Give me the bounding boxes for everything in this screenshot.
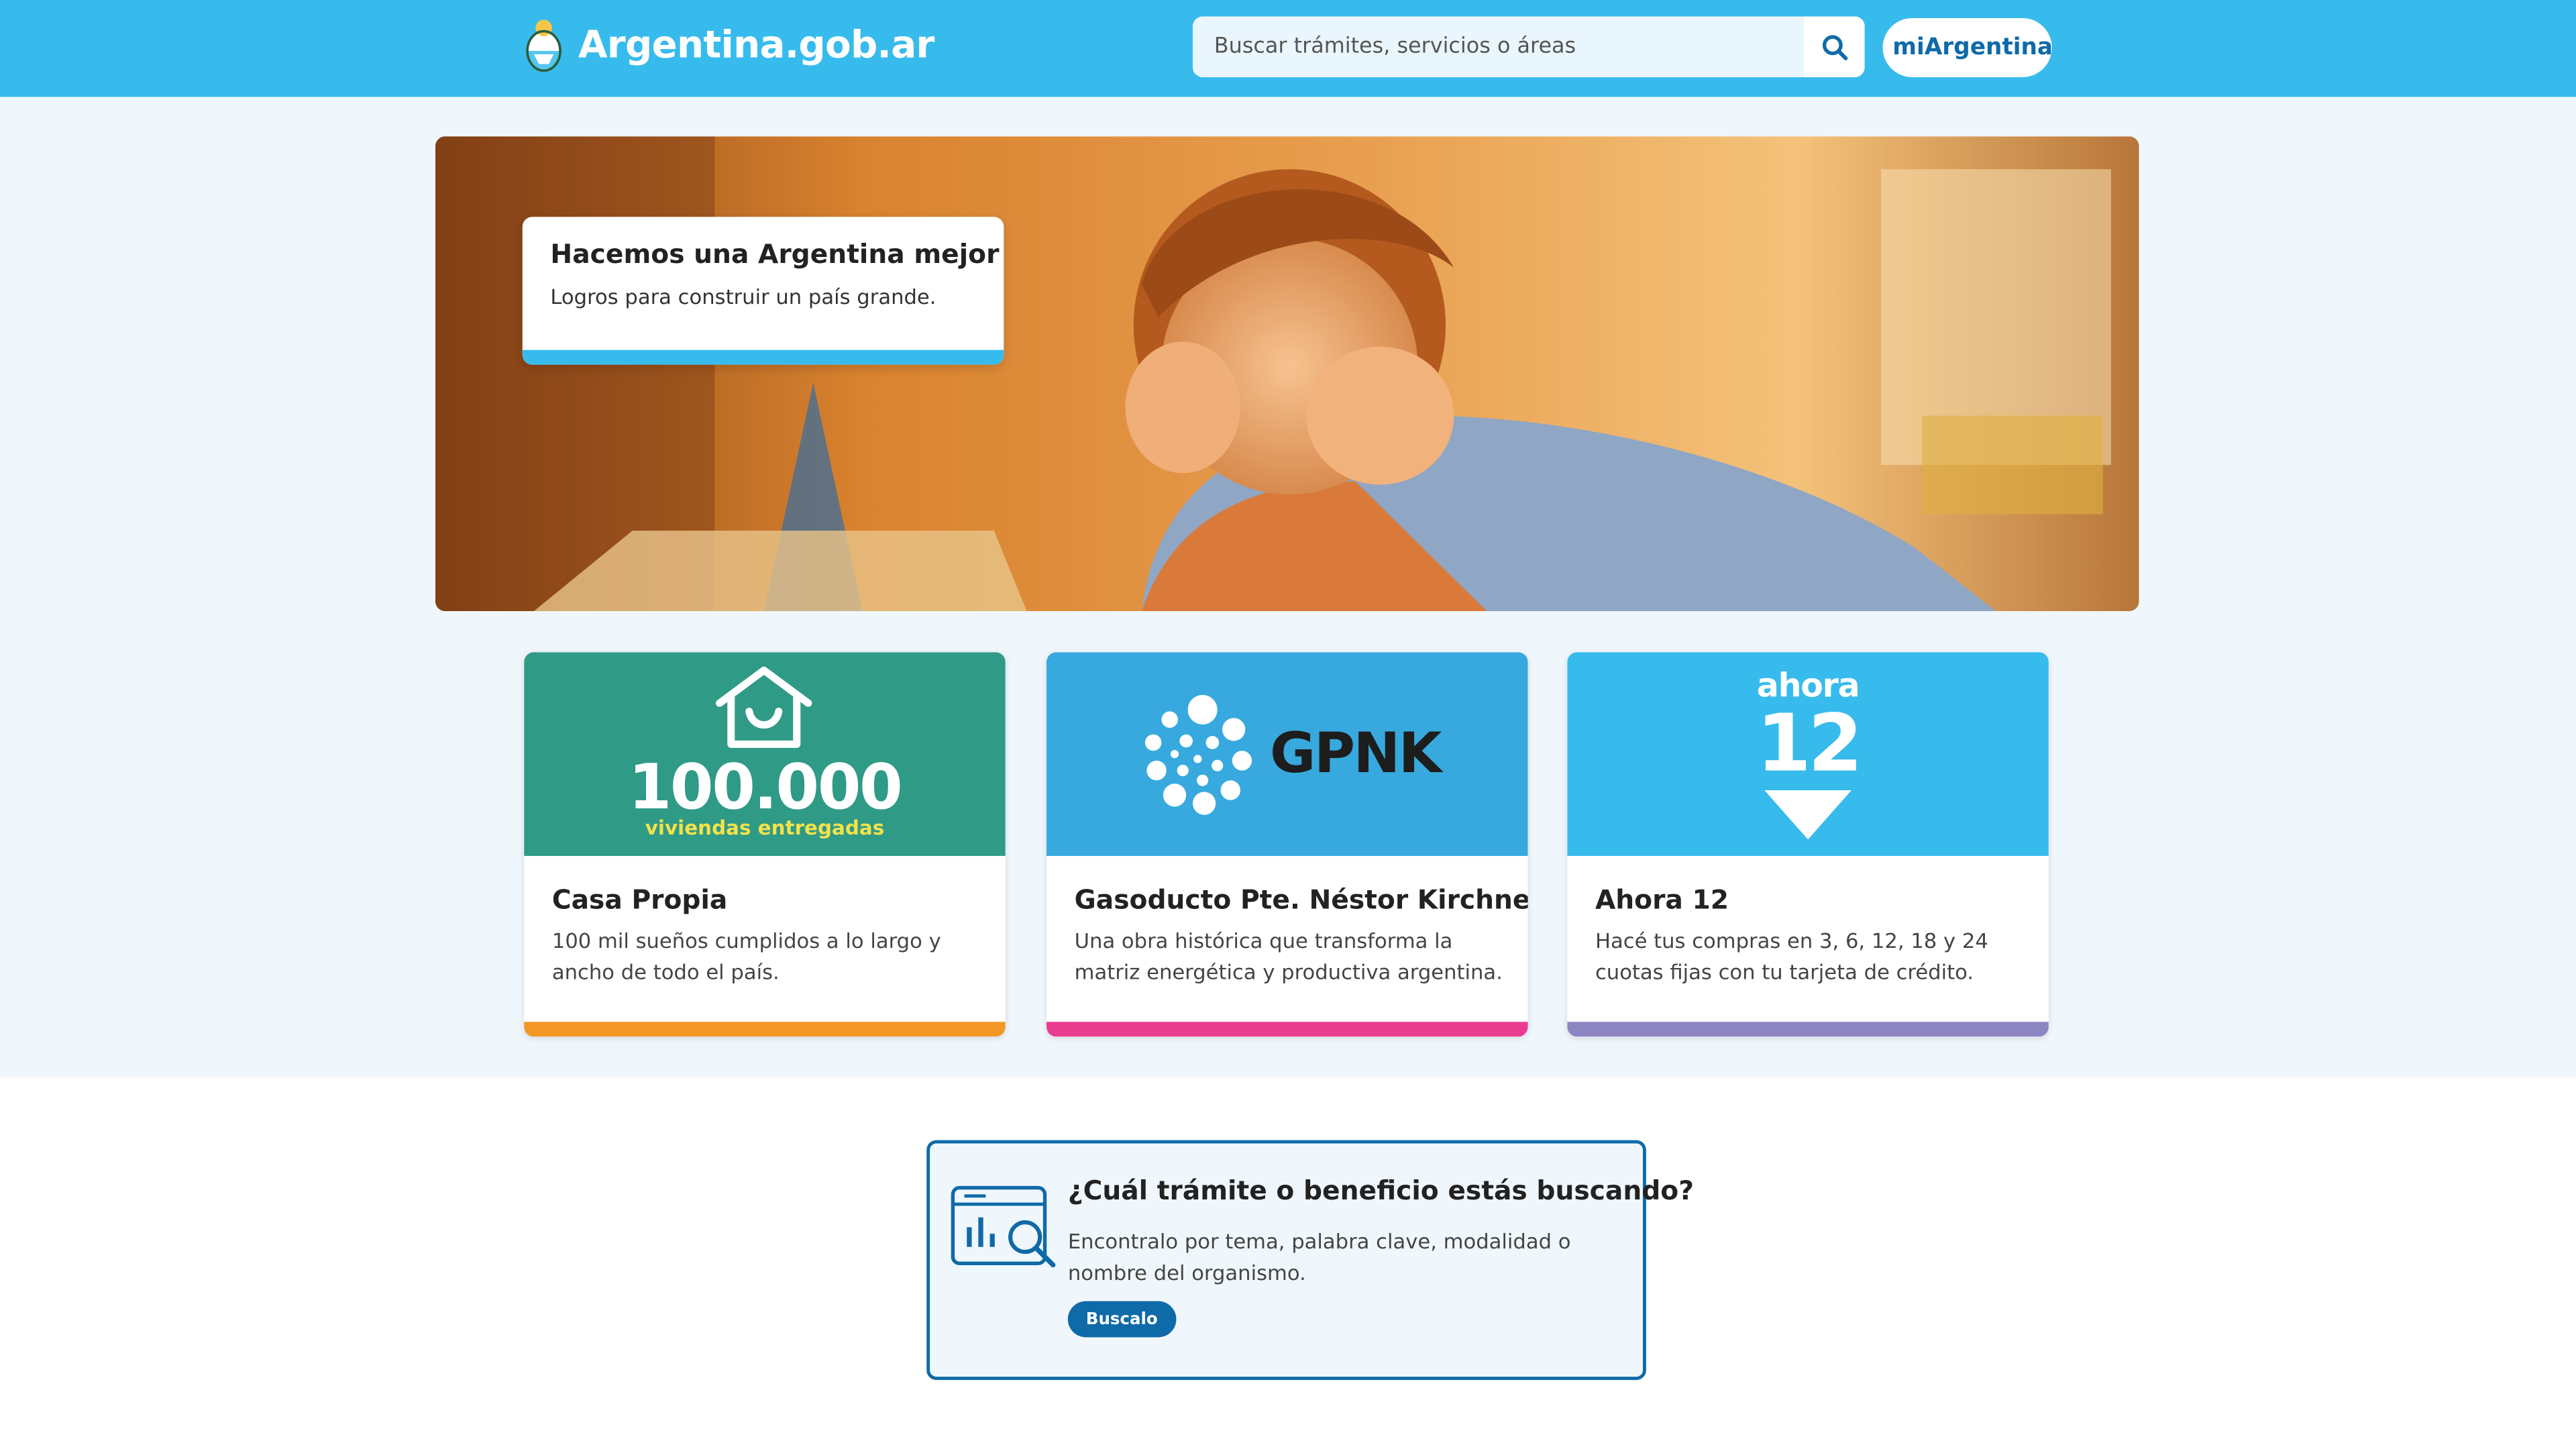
arrow-down-icon: [1764, 790, 1852, 840]
buscalo-button[interactable]: Buscalo: [1067, 1301, 1176, 1338]
card-image-number: 100.000: [628, 751, 903, 823]
search-input[interactable]: [1192, 16, 1804, 78]
search-button[interactable]: [1803, 16, 1865, 78]
card-title: Casa Propia: [551, 883, 728, 916]
search-bar: [1192, 16, 1865, 78]
card-image: GPNK: [1046, 652, 1528, 856]
card-gasoducto[interactable]: GPNK Gasoducto Pte. Néstor Kirchner Una …: [1046, 652, 1528, 1037]
search-promo-box: ¿Cuál trámite o beneficio estás buscando…: [926, 1140, 1694, 1381]
promo-description: Encontralo por tema, palabra clave, moda…: [1067, 1228, 1571, 1285]
house-smile-icon: [716, 666, 812, 748]
top-navbar: Argentina.gob.ar miArgentina: [0, 0, 2576, 97]
card-image-number: 12: [1756, 698, 1863, 790]
card-accent-bar: [524, 1022, 1006, 1037]
page: Argentina.gob.ar miArgentina: [0, 0, 2576, 1449]
hero-banner[interactable]: Hacemos una Argentina mejor Logros para …: [435, 136, 2139, 612]
brand-name: Argentina.gob.ar: [578, 24, 934, 68]
card-title: Ahora 12: [1595, 883, 1729, 916]
dots-burst-icon: [1144, 694, 1252, 815]
mi-argentina-button[interactable]: miArgentina: [1882, 17, 2053, 78]
analytics-search-icon: [951, 1185, 1056, 1268]
hero-subtitle: Logros para construir un país grande.: [550, 284, 936, 309]
promo-title: ¿Cuál trámite o beneficio estás buscando…: [1067, 1175, 1694, 1206]
search-icon: [1821, 34, 1847, 60]
hero-photo: [435, 136, 2139, 612]
card-accent-bar: [1046, 1022, 1528, 1037]
card-accent-bar: [1567, 1022, 2049, 1037]
hero-caption-card[interactable]: Hacemos una Argentina mejor Logros para …: [522, 217, 1004, 365]
brand-link[interactable]: Argentina.gob.ar: [523, 16, 934, 75]
card-description: Una obra histórica que transforma la mat…: [1074, 928, 1503, 984]
card-image: ahora 12: [1567, 652, 2049, 856]
card-image-caption: viviendas entregadas: [645, 816, 885, 840]
card-ahora-12[interactable]: ahora 12 Ahora 12 Hacé tus compras en 3,…: [1567, 652, 2049, 1037]
coat-of-arms-icon: [526, 19, 561, 72]
card-casa-propia[interactable]: 100.000 viviendas entregadas Casa Propia…: [524, 652, 1006, 1037]
gpnk-logo-text: GPNK: [1270, 721, 1442, 788]
hero-accent-bar: [522, 350, 1004, 365]
card-description: 100 mil sueños cumplidos a lo largo y an…: [551, 928, 941, 984]
card-description: Hacé tus compras en 3, 6, 12, 18 y 24 cu…: [1595, 928, 1988, 984]
card-title: Gasoducto Pte. Néstor Kirchner: [1074, 883, 1528, 916]
hero-title: Hacemos una Argentina mejor: [550, 238, 1000, 270]
card-image: 100.000 viviendas entregadas: [524, 652, 1006, 856]
